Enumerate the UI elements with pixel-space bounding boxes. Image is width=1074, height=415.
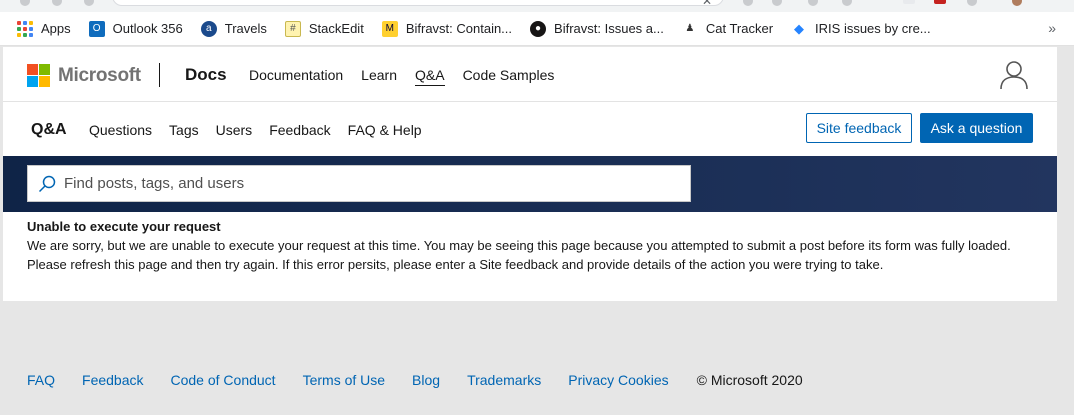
search-input[interactable] [64,166,684,201]
nav-qa[interactable]: Q&A [414,67,445,86]
nav-documentation[interactable]: Documentation [249,67,343,86]
bookmark-label: Travels [224,21,267,36]
forward-icon[interactable] [52,0,62,6]
microsoft-logo-icon [27,64,50,87]
profile-avatar[interactable] [1012,0,1022,6]
bookmark-label: Bifravst: Contain... [405,21,513,36]
search-box[interactable] [27,165,691,202]
travels-icon: a [200,20,217,37]
footer-privacy-cookies[interactable]: Privacy Cookies [568,372,668,388]
bookmark-apps[interactable]: Apps [17,20,71,37]
brand-name: Microsoft [58,64,141,86]
extension-icon[interactable] [903,0,915,4]
nav-learn[interactable]: Learn [361,67,397,86]
site-feedback-button[interactable]: Site feedback [806,113,912,143]
qa-links: Questions Tags Users Feedback FAQ & Help [89,122,439,138]
extension-icon[interactable] [743,0,753,6]
bookmark-bifravst-issues[interactable]: ● Bifravst: Issues a... [530,20,664,37]
bookmark-travels[interactable]: a Travels [200,20,267,37]
footer-terms-of-use[interactable]: Terms of Use [303,372,385,388]
github-icon: ● [530,20,547,37]
error-message: Unable to execute your request We are so… [27,217,1037,274]
browser-toolbar: ✕ [0,0,1074,12]
apps-grid-icon [17,20,33,37]
subnav-tags[interactable]: Tags [169,122,199,138]
flag-extension-icon[interactable] [934,0,946,4]
extension-icon[interactable] [967,0,977,6]
bookmark-outlook[interactable]: O Outlook 356 [88,20,183,37]
bookmark-label: IRIS issues by cre... [815,21,931,36]
site-header: Microsoft Docs Documentation Learn Q&A C… [3,47,1057,102]
subnav-users[interactable]: Users [216,122,253,138]
site-footer: FAQ Feedback Code of Conduct Terms of Us… [27,372,803,388]
error-body: We are sorry, but we are unable to execu… [27,238,1011,272]
jira-icon: ◆ [791,20,808,37]
subnav-feedback[interactable]: Feedback [269,122,330,138]
bookmark-bifravst-contain[interactable]: M Bifravst: Contain... [381,20,513,37]
search-banner [3,156,1057,212]
docs-link[interactable]: Docs [185,65,227,85]
copyright: © Microsoft 2020 [696,372,803,388]
user-account-icon[interactable] [999,60,1029,90]
bookmark-label: Apps [41,21,71,36]
reload-icon[interactable] [84,0,94,6]
footer-feedback[interactable]: Feedback [82,372,143,388]
extension-icon[interactable] [842,0,852,6]
header-divider [159,63,160,87]
qa-subnav: Q&A Questions Tags Users Feedback FAQ & … [3,103,1057,155]
miro-icon: M [381,20,398,37]
stackedit-icon: # [284,20,301,37]
microsoft-logo[interactable]: Microsoft [27,64,141,87]
search-icon [38,175,56,193]
nav-code-samples[interactable]: Code Samples [463,67,555,86]
more-bookmarks-icon[interactable]: » [1048,20,1056,36]
footer-code-of-conduct[interactable]: Code of Conduct [171,372,276,388]
bookmark-label: Bifravst: Issues a... [554,21,664,36]
extension-icon[interactable] [808,0,818,6]
page: Microsoft Docs Documentation Learn Q&A C… [3,47,1057,301]
address-bar[interactable] [112,0,724,6]
extension-icon[interactable] [772,0,782,6]
bookmark-cat-tracker[interactable]: ♟ Cat Tracker [681,20,774,37]
subnav-faq-help[interactable]: FAQ & Help [348,122,422,138]
cat-tracker-icon: ♟ [681,20,698,37]
bookmark-label: Cat Tracker [705,21,774,36]
bookmarks-bar: Apps O Outlook 356 a Travels # StackEdit… [0,12,1074,46]
footer-trademarks[interactable]: Trademarks [467,372,541,388]
qa-title[interactable]: Q&A [31,121,67,139]
error-title: Unable to execute your request [27,219,221,234]
footer-blog[interactable]: Blog [412,372,440,388]
bookmark-label: Outlook 356 [112,21,183,36]
outlook-icon: O [88,20,105,37]
bookmark-stackedit[interactable]: # StackEdit [284,20,364,37]
ask-question-button[interactable]: Ask a question [920,113,1033,143]
bookmark-label: StackEdit [308,21,364,36]
back-icon[interactable] [20,0,30,6]
footer-faq[interactable]: FAQ [27,372,55,388]
clear-url-icon[interactable]: ✕ [702,0,712,8]
bookmark-iris[interactable]: ◆ IRIS issues by cre... [791,20,931,37]
subnav-questions[interactable]: Questions [89,122,152,138]
top-nav: Documentation Learn Q&A Code Samples [249,67,572,86]
